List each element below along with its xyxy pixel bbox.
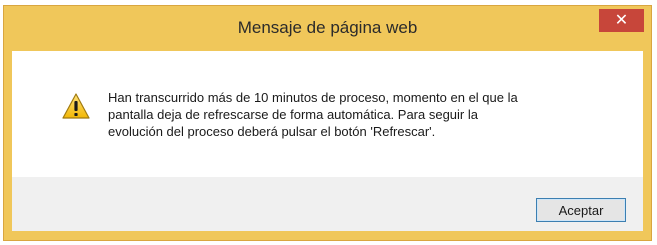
dialog-footer: Aceptar bbox=[12, 177, 643, 231]
close-icon: ✕ bbox=[614, 10, 629, 29]
warning-icon bbox=[62, 93, 90, 119]
accept-button[interactable]: Aceptar bbox=[536, 198, 626, 222]
alert-dialog: Mensaje de página web ✕ Han transcurrido… bbox=[3, 5, 652, 241]
message-line: pantalla deja de refrescarse de forma au… bbox=[108, 107, 478, 122]
dialog-body: Han transcurrido más de 10 minutos de pr… bbox=[12, 51, 643, 231]
message-line: Han transcurrido más de 10 minutos de pr… bbox=[108, 90, 518, 105]
message-area: Han transcurrido más de 10 minutos de pr… bbox=[12, 51, 643, 177]
dialog-titlebar[interactable]: Mensaje de página web ✕ bbox=[4, 6, 651, 50]
close-button[interactable]: ✕ bbox=[599, 9, 644, 32]
message-line: evolución del proceso deberá pulsar el b… bbox=[108, 124, 436, 139]
dialog-title: Mensaje de página web bbox=[237, 18, 418, 37]
dialog-message: Han transcurrido más de 10 minutos de pr… bbox=[108, 89, 628, 140]
